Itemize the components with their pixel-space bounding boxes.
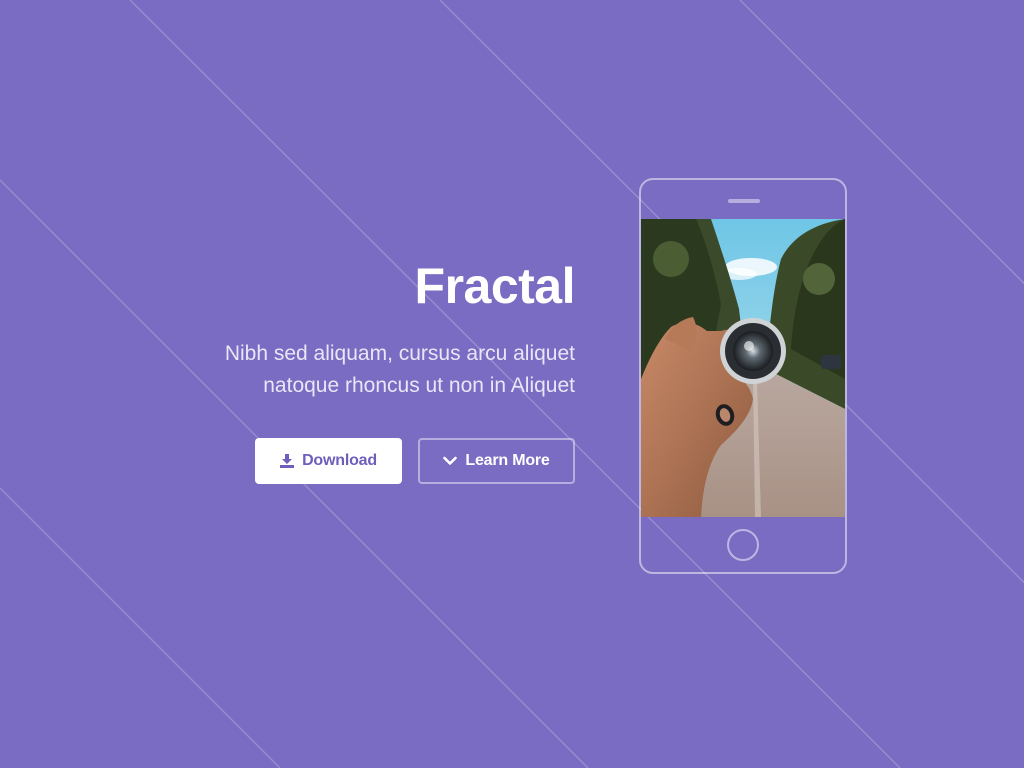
- hero-title: Fractal: [414, 258, 576, 314]
- download-button-label: Download: [302, 452, 377, 469]
- phone-home-button: [727, 529, 759, 561]
- download-icon: [280, 454, 295, 468]
- hero-subtitle: Nibh sed aliquam, cursus arcu aliquet na…: [150, 338, 575, 402]
- hero-buttons: Download Learn More: [255, 438, 575, 484]
- download-button[interactable]: Download: [255, 438, 402, 484]
- phone-speaker: [728, 199, 760, 203]
- learn-more-button[interactable]: Learn More: [418, 438, 575, 484]
- learn-more-button-label: Learn More: [465, 452, 550, 469]
- phone-screen-image: [641, 219, 845, 517]
- phone-mockup: [639, 178, 847, 574]
- hero-text: Fractal Nibh sed aliquam, cursus arcu al…: [150, 250, 576, 402]
- chevron-down-icon: [443, 456, 458, 466]
- hero-subtitle-line-1: Nibh sed aliquam, cursus arcu aliquet: [224, 342, 575, 365]
- hero-subtitle-line-2: natoque rhoncus ut non in Aliquet: [263, 374, 575, 397]
